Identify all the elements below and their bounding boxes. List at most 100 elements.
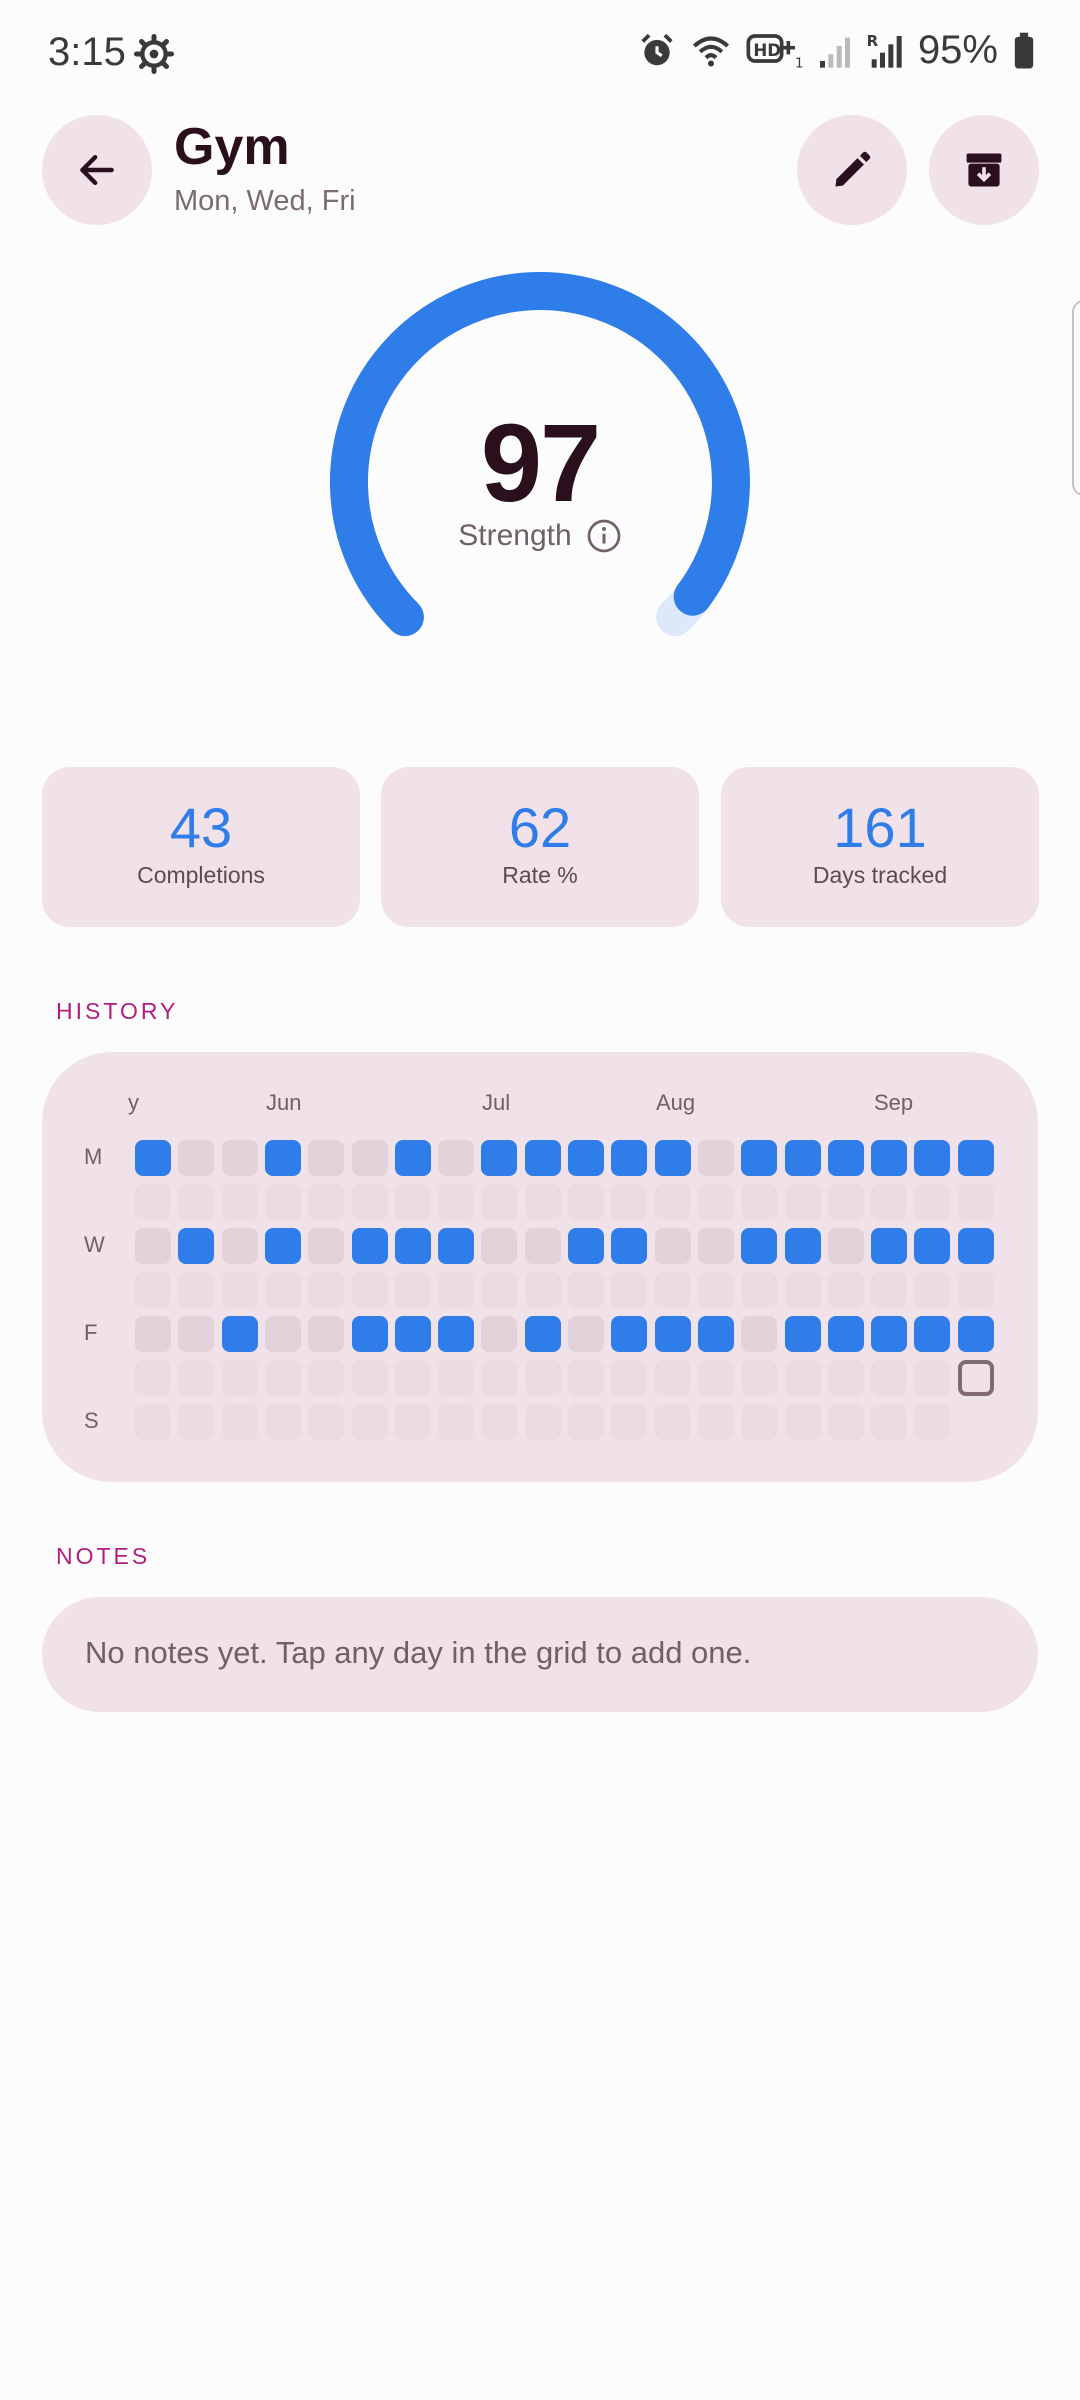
history-cell[interactable] (524, 1316, 561, 1352)
history-cell[interactable] (264, 1272, 301, 1308)
history-cell[interactable] (827, 1140, 864, 1176)
history-cell[interactable] (741, 1184, 778, 1220)
history-cell[interactable] (697, 1184, 734, 1220)
history-cell[interactable] (438, 1184, 475, 1220)
history-cell[interactable] (741, 1404, 778, 1440)
history-cell[interactable] (784, 1184, 821, 1220)
history-cell[interactable] (178, 1140, 215, 1176)
history-cell[interactable] (264, 1184, 301, 1220)
history-cell[interactable] (351, 1316, 388, 1352)
history-cell[interactable] (221, 1228, 258, 1264)
history-cell[interactable] (871, 1140, 908, 1176)
history-cell[interactable] (611, 1184, 648, 1220)
history-cell[interactable] (741, 1228, 778, 1264)
history-cell[interactable] (481, 1140, 518, 1176)
history-cell[interactable] (221, 1272, 258, 1308)
history-cell[interactable] (394, 1272, 431, 1308)
history-cell[interactable] (221, 1404, 258, 1440)
history-cell[interactable] (914, 1360, 951, 1396)
history-cell[interactable] (914, 1228, 951, 1264)
history-cell[interactable] (264, 1228, 301, 1264)
history-cell[interactable] (135, 1272, 171, 1308)
history-cell[interactable] (308, 1272, 345, 1308)
history-cell[interactable] (654, 1404, 691, 1440)
history-cell[interactable] (654, 1184, 691, 1220)
history-cell[interactable] (394, 1184, 431, 1220)
history-cell[interactable] (611, 1272, 648, 1308)
history-cell[interactable] (568, 1184, 604, 1220)
history-cell[interactable] (697, 1272, 734, 1308)
history-cell[interactable] (524, 1404, 561, 1440)
history-cell[interactable] (654, 1228, 691, 1264)
history-cell[interactable] (438, 1360, 475, 1396)
history-cell[interactable] (654, 1140, 691, 1176)
history-cell[interactable] (308, 1360, 345, 1396)
history-cell[interactable] (308, 1184, 345, 1220)
history-cell[interactable] (741, 1360, 778, 1396)
history-cell[interactable] (914, 1184, 951, 1220)
archive-button[interactable] (929, 115, 1039, 225)
history-cell[interactable] (481, 1316, 518, 1352)
history-cell[interactable] (568, 1272, 604, 1308)
history-cell[interactable] (827, 1316, 864, 1352)
edit-button[interactable] (797, 115, 907, 225)
history-cell[interactable] (438, 1404, 475, 1440)
history-cell[interactable] (351, 1140, 388, 1176)
history-cell[interactable] (827, 1360, 864, 1396)
history-cell[interactable] (784, 1140, 821, 1176)
history-cell[interactable] (135, 1184, 171, 1220)
history-cell[interactable] (568, 1404, 604, 1440)
history-cell[interactable] (784, 1228, 821, 1264)
history-cell[interactable] (481, 1404, 518, 1440)
history-cell[interactable] (351, 1360, 388, 1396)
history-cell[interactable] (741, 1140, 778, 1176)
history-cell[interactable] (438, 1140, 475, 1176)
history-cell[interactable] (178, 1228, 215, 1264)
history-cell[interactable] (351, 1228, 388, 1264)
history-cell[interactable] (178, 1404, 215, 1440)
history-cell[interactable] (135, 1404, 171, 1440)
history-cell[interactable] (568, 1140, 604, 1176)
history-cell[interactable] (654, 1316, 691, 1352)
history-cell[interactable] (697, 1228, 734, 1264)
history-cell[interactable] (741, 1316, 778, 1352)
history-cell[interactable] (221, 1316, 258, 1352)
history-cell[interactable] (611, 1360, 648, 1396)
history-cell[interactable] (524, 1360, 561, 1396)
history-cell[interactable] (741, 1272, 778, 1308)
history-cell[interactable] (827, 1228, 864, 1264)
history-cell[interactable] (135, 1228, 171, 1264)
history-cell[interactable] (135, 1140, 171, 1176)
history-cell[interactable] (394, 1140, 431, 1176)
history-cell[interactable] (438, 1272, 475, 1308)
history-cell[interactable] (264, 1316, 301, 1352)
history-cell[interactable] (178, 1272, 215, 1308)
history-cell[interactable] (611, 1316, 648, 1352)
history-cell[interactable] (957, 1228, 994, 1264)
history-cell[interactable] (351, 1184, 388, 1220)
history-cell[interactable] (914, 1140, 951, 1176)
history-cell[interactable] (178, 1316, 215, 1352)
history-cell[interactable] (871, 1184, 908, 1220)
history-cell[interactable] (308, 1140, 345, 1176)
history-cell[interactable] (481, 1272, 518, 1308)
history-cell[interactable] (697, 1140, 734, 1176)
history-cell[interactable] (697, 1404, 734, 1440)
history-cell[interactable] (871, 1360, 908, 1396)
history-cell[interactable] (524, 1272, 561, 1308)
history-cell[interactable] (914, 1404, 951, 1440)
history-cell[interactable] (871, 1404, 908, 1440)
history-cell[interactable] (784, 1404, 821, 1440)
history-cell[interactable] (568, 1360, 604, 1396)
history-cell[interactable] (784, 1316, 821, 1352)
history-cell[interactable] (871, 1272, 908, 1308)
history-cell[interactable] (827, 1184, 864, 1220)
history-cell[interactable] (481, 1228, 518, 1264)
history-cell[interactable] (524, 1228, 561, 1264)
history-cell[interactable] (264, 1140, 301, 1176)
history-cell-today[interactable] (957, 1360, 994, 1396)
history-cell[interactable] (135, 1316, 171, 1352)
history-cell[interactable] (957, 1184, 994, 1220)
history-cell[interactable] (957, 1316, 994, 1352)
back-button[interactable] (42, 115, 152, 225)
